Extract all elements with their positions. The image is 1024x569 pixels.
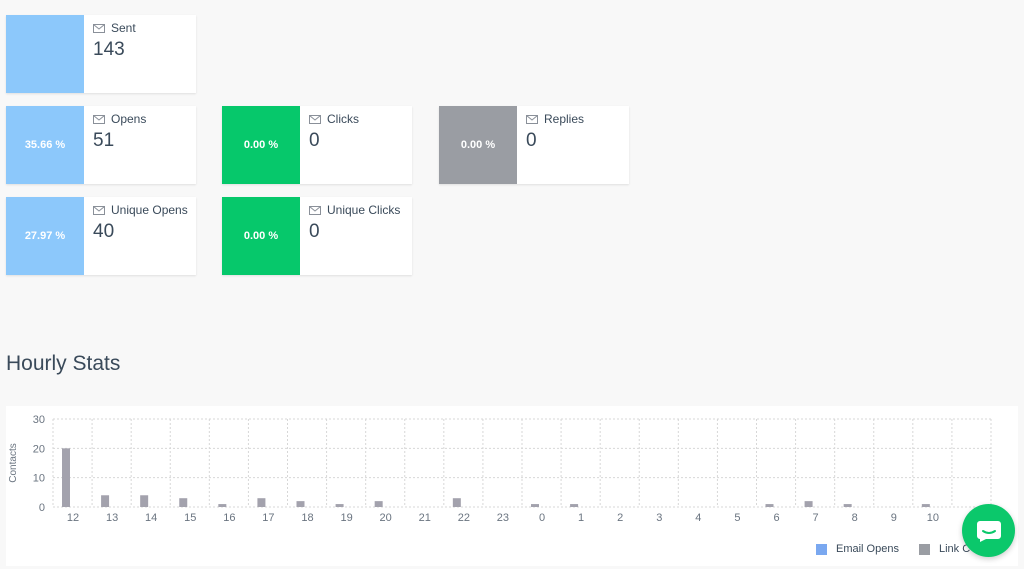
envelope-icon [93,205,105,215]
sent-card: Sent 143 [6,15,196,93]
bar-email-opens [62,448,70,507]
x-tick-label: 7 [813,512,819,524]
x-tick-label: 17 [262,512,274,524]
x-tick-label: 22 [458,512,470,524]
envelope-icon [526,114,538,124]
clicks-percent: 0.00 % [222,106,300,184]
bar-email-opens [452,498,461,507]
bar-email-opens [804,501,813,507]
x-tick-label: 15 [184,512,196,524]
bar-email-opens [570,504,579,507]
x-tick-label: 3 [656,512,662,524]
unique-clicks-card: 0.00 % Unique Clicks 0 [222,197,412,275]
x-tick-label: 4 [695,512,701,524]
x-tick-label: 23 [497,512,509,524]
envelope-icon [309,114,321,124]
replies-percent: 0.00 % [439,106,517,184]
unique-opens-value: 40 [93,221,115,242]
hourly-stats-chart-panel: 0 10 20 30 Contacts 12 13 14 15 16 17 18 19 20 21 22 23 0… [6,406,1018,566]
envelope-icon [93,114,105,124]
unique-clicks-percent: 0.00 % [222,197,300,275]
sent-value: 143 [93,39,125,60]
x-tick-label: 2 [617,512,623,524]
y-tick-label: 0 [39,502,45,514]
bar-email-opens [921,504,930,507]
bar-email-opens [101,495,110,507]
x-tick-label: 10 [927,512,939,524]
clicks-value: 0 [309,130,320,151]
unique-opens-percent: 27.97 % [6,197,84,275]
legend-item-email-opens[interactable]: Email Opens [816,543,899,555]
replies-card: 0.00 % Replies 0 [439,106,629,184]
opens-label: Opens [111,112,147,126]
bar-email-opens [335,504,344,507]
opens-percent: 35.66 % [6,106,84,184]
x-tick-label: 20 [380,512,392,524]
opens-card: 35.66 % Opens 51 [6,106,196,184]
bar-email-opens [374,501,383,507]
unique-clicks-value: 0 [309,221,320,242]
clicks-card: 0.00 % Clicks 0 [222,106,412,184]
y-axis-label: Contacts [8,443,19,482]
legend-label-email-opens: Email Opens [836,543,899,555]
bar-email-opens [140,495,149,507]
legend-swatch-email-opens [816,543,827,555]
x-tick-label: 1 [578,512,584,524]
bar-email-opens [843,504,852,507]
opens-value: 51 [93,130,115,151]
chat-icon [976,520,1001,542]
x-tick-label: 0 [539,512,545,524]
bar-email-opens [296,501,305,507]
chat-launcher-button[interactable] [962,504,1015,557]
y-tick-label: 30 [33,414,45,426]
y-tick-label: 10 [33,473,45,485]
unique-clicks-label: Unique Clicks [327,203,401,217]
x-tick-label: 14 [145,512,157,524]
replies-label: Replies [544,112,585,126]
bar-email-opens [218,504,227,507]
sent-swatch [6,15,84,93]
legend-swatch-link-clicks [918,543,930,555]
x-tick-label: 21 [419,512,431,524]
bar-email-opens [179,498,188,507]
clicks-label: Clicks [327,112,359,126]
envelope-icon [93,23,105,33]
chart-legend: Email Opens Link C [816,543,990,555]
x-tick-label: 12 [67,512,79,524]
y-tick-label: 20 [33,443,45,455]
bar-email-opens [531,504,539,507]
x-tick-label: 9 [891,512,897,524]
sent-label: Sent [111,21,136,35]
x-tick-label: 6 [773,512,779,524]
x-tick-label: 5 [734,512,740,524]
legend-item-link-clicks[interactable]: Link C [918,543,970,555]
envelope-icon [309,205,321,215]
bar-email-opens [765,504,774,507]
hourly-stats-chart: 0102030Contacts12 13 14 15 16 17 18 19 20 21 22 23 0… [8,414,992,524]
unique-opens-label: Unique Opens [111,203,188,217]
unique-opens-card: 27.97 % Unique Opens 40 [6,197,196,275]
x-tick-label: 18 [301,512,313,524]
section-title-hourly-stats: Hourly Stats [6,352,121,375]
x-tick-label: 8 [852,512,858,524]
replies-value: 0 [526,130,537,151]
x-tick-label: 19 [340,512,352,524]
bar-email-opens [257,498,266,507]
x-tick-label: 16 [223,512,235,524]
x-tick-label: 13 [106,512,118,524]
